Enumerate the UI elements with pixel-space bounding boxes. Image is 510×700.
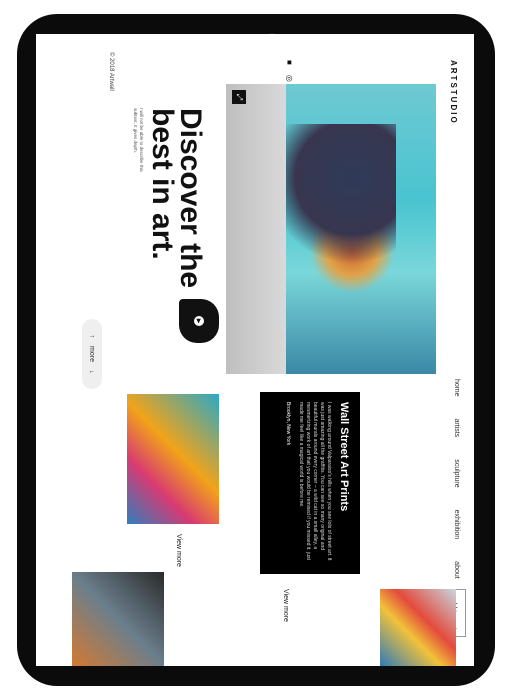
hero-image: ⤢ <box>226 84 436 374</box>
instagram-icon[interactable]: ◎ <box>285 75 294 82</box>
arrow-down-icon: ↓ <box>88 369 96 374</box>
view-more-link-2[interactable]: View more <box>282 589 289 622</box>
hero-subtext: I will not be able to describe this subt… <box>133 108 144 172</box>
arrow-up-icon: ↑ <box>88 334 96 339</box>
feature-card: Wall Street Art Prints I was walking aro… <box>260 392 360 574</box>
facebook-icon[interactable]: ■ <box>285 60 294 65</box>
play-button[interactable]: ▶ <box>179 299 219 343</box>
card-image-mosaic[interactable] <box>380 589 456 666</box>
nav-exhibition[interactable]: exhibition <box>453 510 460 540</box>
play-icon: ▶ <box>194 316 204 326</box>
hero-mural <box>286 124 396 304</box>
expand-icon[interactable]: ⤢ <box>232 90 246 104</box>
nav-home[interactable]: home <box>453 379 460 397</box>
hero-headline: Discover the best in art. <box>146 108 207 289</box>
copyright: © 2018 Artwall <box>108 52 114 91</box>
feature-body: I was walking around Valparaiso's hills … <box>298 402 332 561</box>
more-button[interactable]: ↑ more ↓ <box>82 319 102 389</box>
feature-location: Brooklyn, New York <box>285 402 291 446</box>
hero-road <box>226 84 286 374</box>
card-image-graffiti[interactable] <box>127 394 219 524</box>
more-label: more <box>88 346 96 362</box>
nav-about[interactable]: about <box>453 561 460 579</box>
view-more-link-1[interactable]: View more <box>175 534 182 567</box>
nav-sculpture[interactable]: sculpture <box>453 459 460 487</box>
nav-artists[interactable]: artists <box>453 419 460 438</box>
main-nav: home artists sculpture exhibition about <box>453 379 460 579</box>
screen: ARTSTUDIO home artists sculpture exhibit… <box>36 34 474 666</box>
card-image-painter[interactable] <box>72 572 164 666</box>
landscape-page: ARTSTUDIO home artists sculpture exhibit… <box>36 34 474 666</box>
brand-logo[interactable]: ARTSTUDIO <box>449 60 458 125</box>
feature-title: Wall Street Art Prints <box>338 402 350 512</box>
